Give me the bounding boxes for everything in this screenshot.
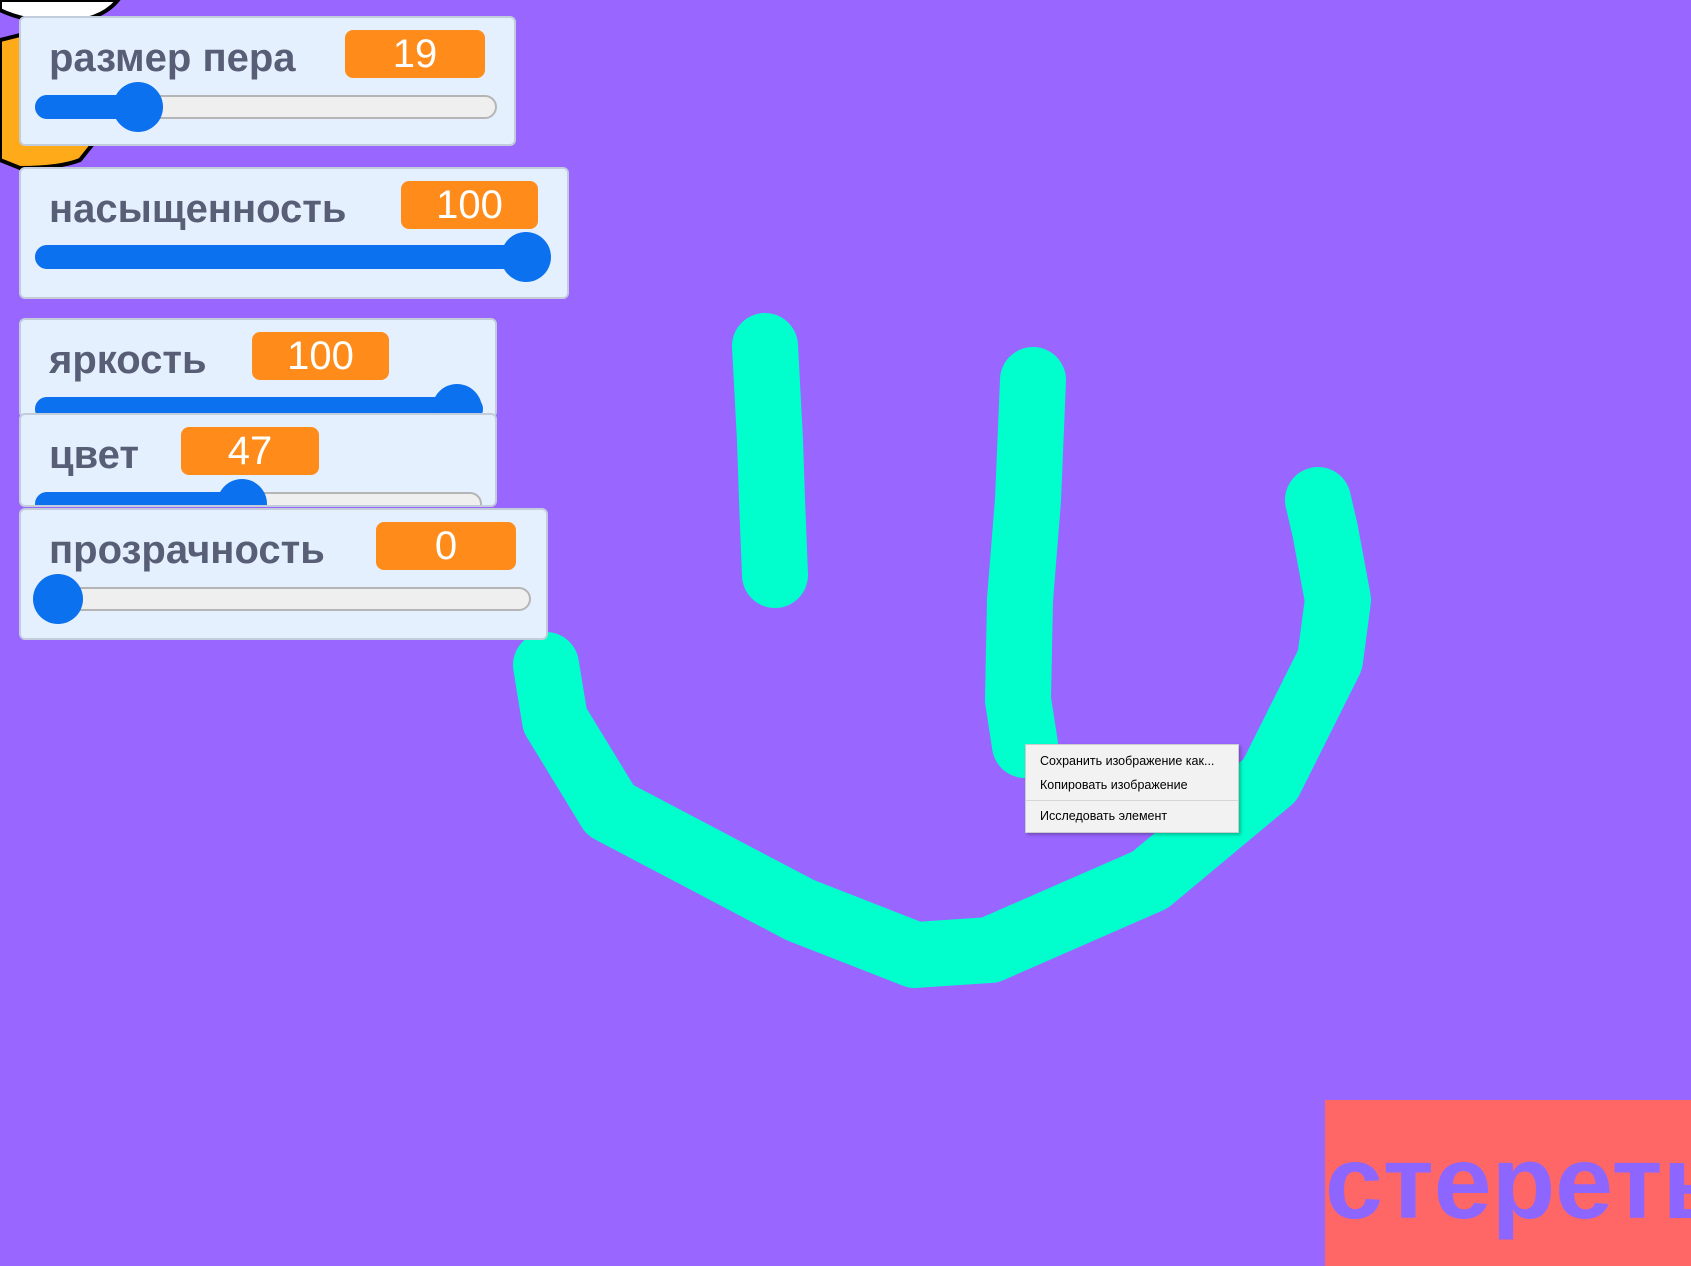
menu-separator <box>1026 800 1238 801</box>
monitor-saturation[interactable]: насыщенность 100 <box>19 167 569 299</box>
monitor-value: 47 <box>181 427 319 475</box>
monitor-value: 100 <box>252 332 389 380</box>
slider-thumb[interactable] <box>217 479 267 505</box>
monitor-label: прозрачность <box>49 528 325 572</box>
context-menu: Сохранить изображение как... Копировать … <box>1025 744 1239 833</box>
stage-canvas[interactable]: размер пера 19 насыщенность 100 яркость … <box>0 0 1691 1266</box>
slider-fill <box>35 245 545 269</box>
monitor-transparency[interactable]: прозрачность 0 <box>19 508 548 640</box>
menu-item-copy-image[interactable]: Копировать изображение <box>1026 773 1238 797</box>
monitor-label: насыщенность <box>49 187 347 231</box>
pen-stroke-right-eye <box>985 347 1066 778</box>
monitor-label: яркость <box>49 338 207 382</box>
pen-stroke-left-eye <box>732 313 808 608</box>
monitor-value: 0 <box>376 522 516 570</box>
monitor-pen-size[interactable]: размер пера 19 <box>19 16 516 146</box>
slider-track[interactable] <box>35 245 545 269</box>
monitor-label: цвет <box>49 433 139 477</box>
erase-button[interactable]: стереть <box>1325 1100 1691 1266</box>
monitor-label: размер пера <box>49 36 296 80</box>
slider-track[interactable] <box>35 95 497 119</box>
slider-thumb[interactable] <box>113 82 163 132</box>
menu-item-inspect-element[interactable]: Исследовать элемент <box>1026 804 1238 828</box>
pen-stroke-smile <box>513 467 1371 988</box>
slider-track[interactable] <box>35 587 531 611</box>
slider-fill <box>35 492 245 505</box>
slider-thumb[interactable] <box>501 232 551 282</box>
monitor-brightness[interactable]: яркость 100 <box>19 318 497 418</box>
monitor-color[interactable]: цвет 47 <box>19 413 497 507</box>
monitor-value: 100 <box>401 181 538 229</box>
slider-thumb[interactable] <box>33 574 83 624</box>
monitor-value: 19 <box>345 30 485 78</box>
menu-item-save-image[interactable]: Сохранить изображение как... <box>1026 749 1238 773</box>
